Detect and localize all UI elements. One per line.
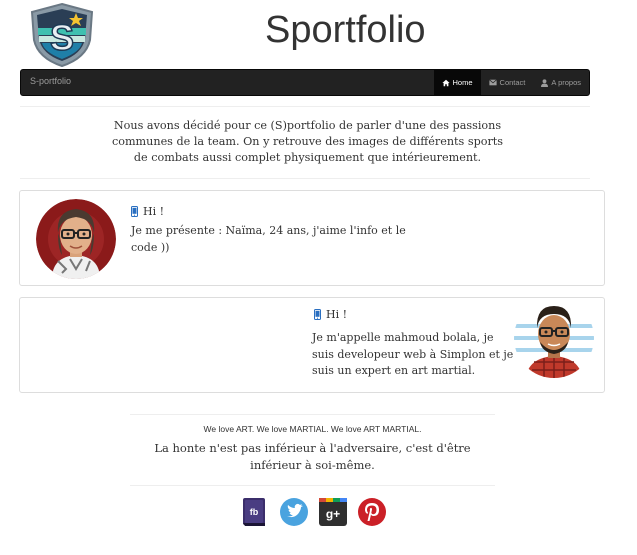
phone-icon — [131, 206, 138, 217]
page-title: Sportfolio — [265, 9, 426, 51]
social-links: fb g+ — [240, 497, 396, 527]
nav-item-label: Home — [452, 78, 473, 87]
greeting-text: Hi ! — [143, 205, 165, 218]
avatar — [514, 298, 594, 378]
profile-message: Je m'appelle mahmoud bolala, je suis dev… — [312, 331, 514, 377]
pinterest-icon[interactable] — [357, 497, 387, 527]
nav-item-about[interactable]: A propos — [533, 70, 589, 95]
tagline: We love ART. We love MARTIAL. We love AR… — [203, 424, 422, 434]
quote: La honte n'est pas inférieur à l'adversa… — [154, 441, 471, 472]
site-logo[interactable]: S — [28, 2, 96, 68]
divider — [130, 414, 495, 415]
greeting: Hi ! — [131, 205, 164, 218]
avatar — [36, 199, 116, 279]
twitter-icon[interactable] — [279, 497, 309, 527]
divider — [20, 178, 590, 179]
greeting-text: Hi ! — [326, 308, 348, 321]
profile-card: Hi ! Je me présente : Naïma, 24 ans, j'a… — [19, 190, 605, 286]
svg-text:S: S — [50, 17, 74, 58]
envelope-icon — [488, 79, 497, 86]
nav-item-home[interactable]: Home — [433, 70, 481, 95]
home-icon — [441, 79, 450, 87]
nav-item-label: A propos — [551, 78, 581, 87]
profile-card: Hi ! Je m'appelle mahmoud bolala, je sui… — [19, 297, 605, 393]
profile-message: Je me présente : Naïma, 24 ans, j'aime l… — [131, 224, 406, 254]
divider — [20, 106, 590, 107]
nav-item-contact[interactable]: Contact — [481, 70, 534, 95]
nav-item-label: Contact — [499, 78, 526, 87]
greeting: Hi ! — [314, 308, 347, 321]
svg-text:fb: fb — [250, 507, 259, 517]
divider — [130, 485, 495, 486]
navbar: S-portfolio Home Contact A propos — [20, 69, 590, 96]
phone-icon — [314, 309, 321, 320]
svg-text:g+: g+ — [326, 507, 340, 521]
google-plus-icon[interactable]: g+ — [318, 497, 348, 527]
nav-items: Home Contact A propos — [433, 70, 589, 95]
intro-text: Nous avons décidé pour ce (S)portfolio d… — [111, 119, 504, 164]
shield-logo-icon: S — [30, 2, 94, 68]
navbar-brand[interactable]: S-portfolio — [30, 76, 71, 86]
facebook-icon[interactable]: fb — [240, 497, 270, 527]
user-icon — [541, 78, 549, 87]
